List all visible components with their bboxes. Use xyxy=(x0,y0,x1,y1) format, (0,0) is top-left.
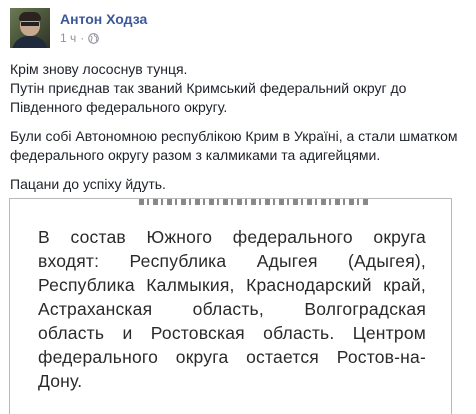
meta-separator: · xyxy=(80,31,85,45)
post-body: Крім знову лососнув тунця. Путін приєдна… xyxy=(10,60,466,204)
post-paragraph-3: Пацани до успіху йдуть. xyxy=(10,176,166,192)
post-timestamp[interactable]: 1 ч xyxy=(60,31,76,45)
attached-image[interactable]: В состав Южного федерального округа вход… xyxy=(9,198,452,414)
cropped-text-line xyxy=(139,199,369,205)
post-paragraph-2: Були собі Автономною республікою Крим в … xyxy=(10,128,458,163)
post-meta: 1 ч · xyxy=(60,31,100,45)
avatar[interactable] xyxy=(10,8,50,48)
quote-screenshot: В состав Южного федерального округа вход… xyxy=(19,199,439,414)
quote-text: В состав Южного федерального округа вход… xyxy=(38,227,426,391)
post-paragraph-1-text: Крім знову лососнув тунця. Путін приєдна… xyxy=(10,61,407,115)
post-paragraph-1: Крім знову лососнув тунця. Путін приєдна… xyxy=(10,60,466,117)
globe-icon[interactable] xyxy=(88,32,100,44)
post-header: Антон Ходза 1 ч · xyxy=(10,8,470,48)
author-name[interactable]: Антон Ходза xyxy=(60,11,147,27)
